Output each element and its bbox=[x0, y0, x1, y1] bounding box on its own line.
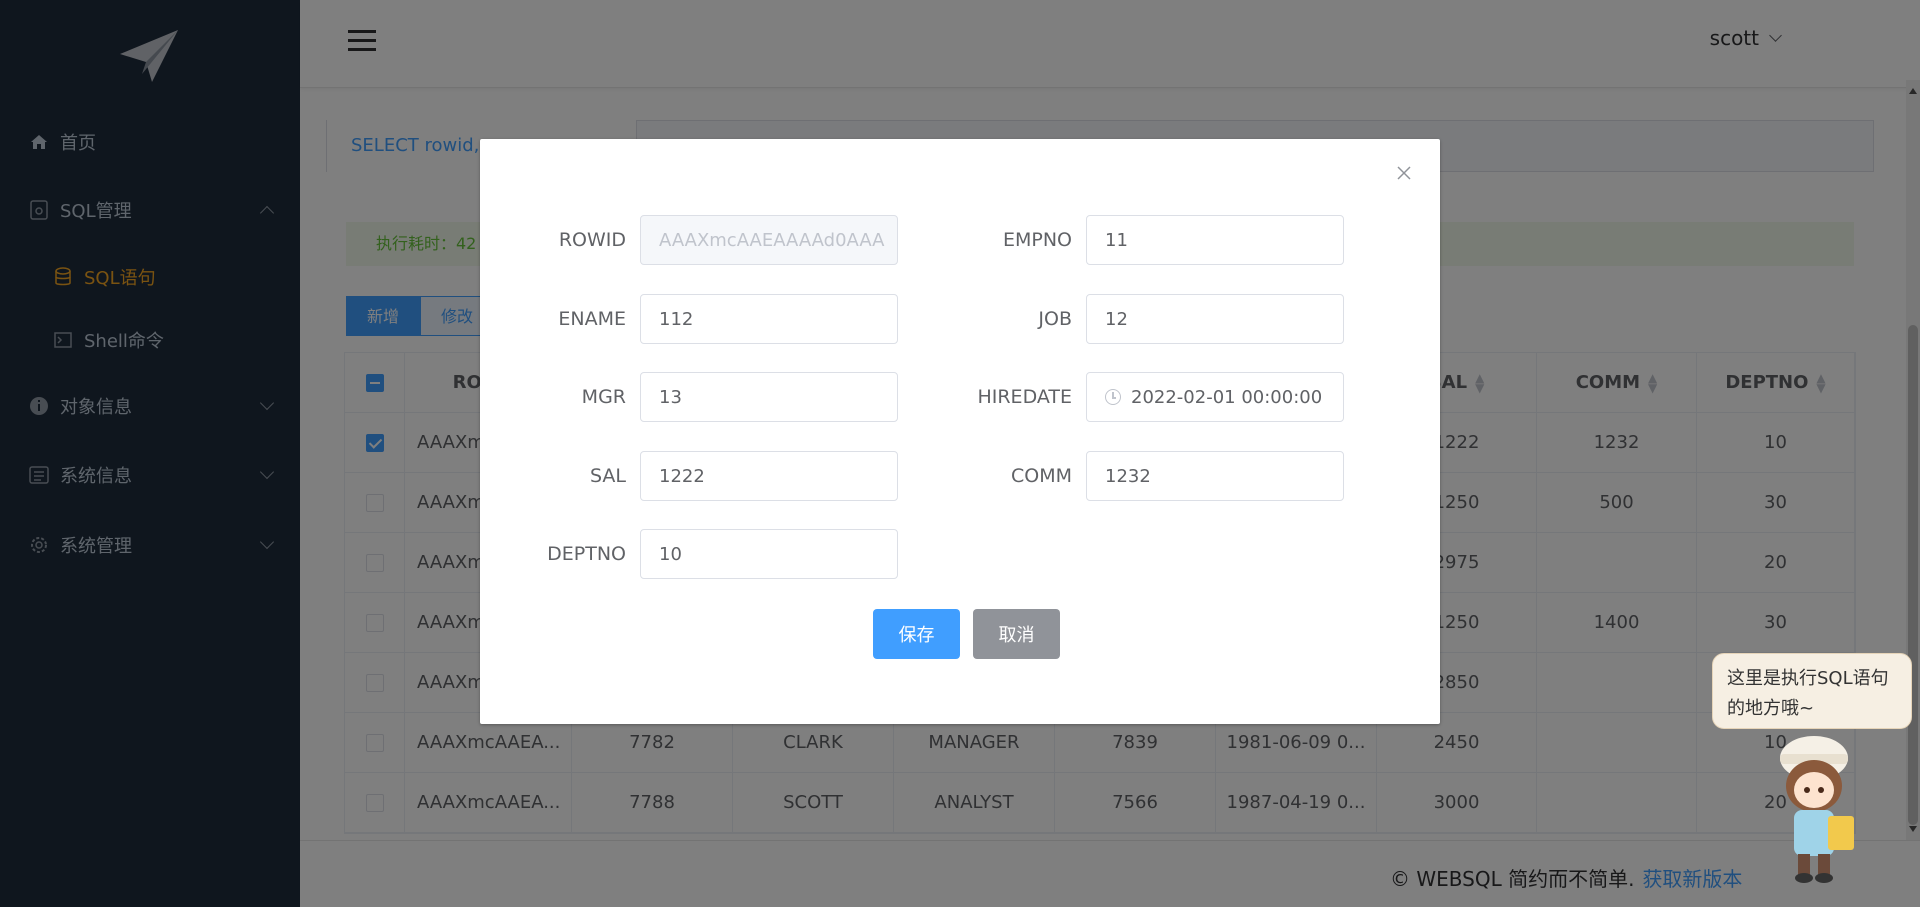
mgr-label: MGR bbox=[581, 386, 626, 408]
edit-row-dialog: ROWID AAAXmcAAEAAAAd0AAA EMPNO 11 ENAME … bbox=[480, 139, 1440, 724]
form-item-comm: COMM 1232 bbox=[966, 451, 1344, 501]
form-item-hiredate: HIREDATE 2022-02-01 00:00:00 bbox=[966, 372, 1344, 422]
job-field[interactable]: 12 bbox=[1086, 294, 1344, 344]
cancel-button[interactable]: 取消 bbox=[973, 609, 1060, 659]
form-item-job: JOB 12 bbox=[966, 294, 1344, 344]
empno-field[interactable]: 11 bbox=[1086, 215, 1344, 265]
hiredate-label: HIREDATE bbox=[977, 386, 1072, 408]
mgr-field[interactable]: 13 bbox=[640, 372, 898, 422]
form-item-sal: SAL 1222 bbox=[520, 451, 898, 501]
deptno-field[interactable]: 10 bbox=[640, 529, 898, 579]
empno-label: EMPNO bbox=[1002, 229, 1072, 251]
ename-field[interactable]: 112 bbox=[640, 294, 898, 344]
mascot-character-icon[interactable] bbox=[1768, 728, 1860, 886]
hiredate-picker[interactable]: 2022-02-01 00:00:00 bbox=[1086, 372, 1344, 422]
sal-field[interactable]: 1222 bbox=[640, 451, 898, 501]
close-icon[interactable] bbox=[1394, 163, 1414, 183]
clock-icon bbox=[1105, 389, 1121, 405]
comm-label: COMM bbox=[1010, 465, 1072, 487]
form-item-deptno: DEPTNO 10 bbox=[520, 529, 898, 579]
mascot-tooltip: 这里是执行SQL语句的地方哦~ bbox=[1712, 653, 1912, 729]
deptno-label: DEPTNO bbox=[547, 543, 626, 565]
ename-label: ENAME bbox=[558, 308, 626, 330]
save-button[interactable]: 保存 bbox=[873, 609, 960, 659]
comm-field[interactable]: 1232 bbox=[1086, 451, 1344, 501]
rowid-field: AAAXmcAAEAAAAd0AAA bbox=[640, 215, 898, 265]
job-label: JOB bbox=[1038, 308, 1072, 330]
hiredate-value: 2022-02-01 00:00:00 bbox=[1131, 386, 1323, 408]
form-item-empno: EMPNO 11 bbox=[966, 215, 1344, 265]
sal-label: SAL bbox=[590, 465, 626, 487]
form-item-mgr: MGR 13 bbox=[520, 372, 898, 422]
form-item-rowid: ROWID AAAXmcAAEAAAAd0AAA bbox=[520, 215, 898, 265]
form-item-ename: ENAME 112 bbox=[520, 294, 898, 344]
rowid-label: ROWID bbox=[558, 229, 626, 251]
